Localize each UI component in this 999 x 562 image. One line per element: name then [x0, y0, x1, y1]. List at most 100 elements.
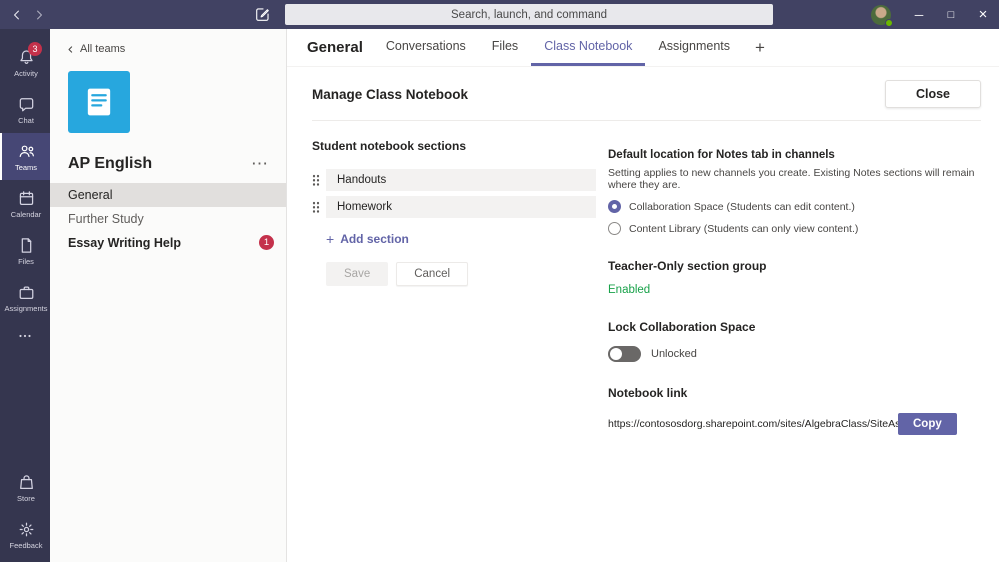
notebook-document-icon: [80, 83, 118, 121]
user-avatar[interactable]: [871, 5, 891, 25]
chat-icon: [17, 95, 36, 114]
briefcase-icon: [17, 283, 36, 302]
radio-collaboration-space[interactable]: Collaboration Space (Students can edit c…: [608, 200, 981, 213]
team-sidebar: All teams AP English ⋯ General Further S…: [50, 29, 287, 562]
notebook-link-row: https://contososdorg.sharepoint.com/site…: [608, 413, 981, 435]
rail-item-store[interactable]: Store: [0, 464, 50, 511]
rail-label: Teams: [15, 163, 37, 172]
rail-spacer: [0, 351, 50, 464]
rail-item-files[interactable]: Files: [0, 227, 50, 274]
channel-tabs: General Conversations Files Class Notebo…: [287, 29, 999, 67]
radio-selected-icon[interactable]: [608, 200, 621, 213]
teams-window: ─ □ × 3 Activity Chat Teams Calendar: [0, 0, 999, 562]
tab-class-notebook[interactable]: Class Notebook: [531, 29, 645, 66]
nav-arrows: [6, 0, 50, 29]
app-rail: 3 Activity Chat Teams Calendar Files: [0, 29, 50, 562]
radio-content-library[interactable]: Content Library (Students can only view …: [608, 222, 981, 235]
add-section-label: Add section: [340, 232, 409, 246]
store-bag-icon: [17, 473, 36, 492]
notebook-link-heading: Notebook link: [608, 386, 981, 400]
section-row-handouts[interactable]: Handouts: [312, 169, 596, 191]
toggle-knob: [610, 348, 622, 360]
notebook-settings: Student notebook sections Handouts Homew…: [287, 121, 999, 562]
channel-label: Further Study: [68, 212, 144, 226]
all-teams-back-link[interactable]: All teams: [50, 29, 286, 55]
tab-conversations[interactable]: Conversations: [373, 29, 479, 66]
presence-indicator: [885, 19, 893, 27]
channel-title: General: [307, 29, 373, 66]
titlebar: ─ □ ×: [0, 0, 999, 29]
section-row-homework[interactable]: Homework: [312, 196, 596, 218]
close-button[interactable]: Close: [885, 80, 981, 108]
rail-label: Files: [18, 257, 34, 266]
channel-further-study[interactable]: Further Study: [50, 207, 286, 231]
section-name-field[interactable]: Handouts: [326, 169, 596, 191]
sections-column: Student notebook sections Handouts Homew…: [312, 139, 608, 562]
channel-list: General Further Study Essay Writing Help…: [50, 183, 286, 255]
default-location-heading: Default location for Notes tab in channe…: [608, 149, 981, 161]
rail-item-assignments[interactable]: Assignments: [0, 274, 50, 321]
minimize-button[interactable]: ─: [903, 0, 935, 29]
rail-item-calendar[interactable]: Calendar: [0, 180, 50, 227]
rail-item-feedback[interactable]: Feedback: [0, 511, 50, 558]
lock-status-label: Unlocked: [651, 348, 697, 360]
drag-handle-icon[interactable]: [312, 174, 320, 187]
copy-link-button[interactable]: Copy: [898, 413, 957, 435]
teacher-only-status: Enabled: [608, 284, 981, 296]
rail-item-teams[interactable]: Teams: [0, 133, 50, 180]
activity-badge: 3: [28, 42, 42, 56]
radio-unselected-icon[interactable]: [608, 222, 621, 235]
add-section-button[interactable]: + Add section: [326, 231, 596, 247]
file-icon: [17, 236, 36, 255]
forward-button[interactable]: [28, 0, 50, 29]
notebook-link-url: https://contososdorg.sharepoint.com/site…: [608, 418, 898, 430]
lock-collab-heading: Lock Collaboration Space: [608, 320, 981, 334]
maximize-button[interactable]: □: [935, 0, 967, 29]
unread-badge: 1: [259, 235, 274, 250]
tab-files[interactable]: Files: [479, 29, 531, 66]
chevron-left-icon: [66, 45, 75, 54]
cancel-button[interactable]: Cancel: [396, 262, 468, 286]
channel-label: Essay Writing Help: [68, 236, 181, 250]
channel-general[interactable]: General: [50, 183, 286, 207]
settings-column: Default location for Notes tab in channe…: [608, 139, 981, 562]
rail-label: Assignments: [5, 304, 48, 313]
rail-bottom: Store Feedback: [0, 464, 50, 562]
section-actions: Save Cancel: [326, 262, 596, 286]
panel-header: Manage Class Notebook Close: [287, 67, 999, 120]
team-avatar[interactable]: [68, 71, 130, 133]
search-input[interactable]: [285, 4, 773, 25]
rail-label: Feedback: [10, 541, 43, 550]
add-tab-button[interactable]: +: [743, 29, 777, 66]
save-button[interactable]: Save: [326, 262, 388, 286]
main-content: General Conversations Files Class Notebo…: [287, 29, 999, 562]
lock-toggle-row: Unlocked: [608, 346, 981, 362]
close-window-button[interactable]: ×: [967, 0, 999, 29]
team-options-icon[interactable]: ⋯: [247, 159, 272, 169]
section-list: Handouts Homework: [312, 169, 596, 218]
drag-handle-icon[interactable]: [312, 201, 320, 214]
rail-item-chat[interactable]: Chat: [0, 86, 50, 133]
all-teams-label: All teams: [80, 43, 125, 55]
rail-label: Store: [17, 494, 35, 503]
ellipsis-icon: [16, 327, 34, 345]
rail-more-apps-button[interactable]: [0, 321, 50, 351]
radio-label: Collaboration Space (Students can edit c…: [629, 201, 855, 213]
rail-item-activity[interactable]: 3 Activity: [0, 39, 50, 86]
teacher-only-heading: Teacher-Only section group: [608, 259, 981, 273]
back-button[interactable]: [6, 0, 28, 29]
section-name-field[interactable]: Homework: [326, 196, 596, 218]
chevron-right-icon: [32, 8, 46, 22]
titlebar-right: ─ □ ×: [871, 0, 999, 29]
channel-essay-writing-help[interactable]: Essay Writing Help 1: [50, 231, 286, 255]
lock-toggle[interactable]: [608, 346, 641, 362]
team-name-row: AP English ⋯: [68, 155, 272, 173]
plus-icon: +: [326, 231, 334, 247]
channel-label: General: [68, 188, 112, 202]
new-chat-button[interactable]: [251, 3, 274, 26]
default-location-note: Setting applies to new channels you crea…: [608, 167, 981, 191]
tab-assignments[interactable]: Assignments: [645, 29, 743, 66]
gear-icon: [17, 520, 36, 539]
sections-heading: Student notebook sections: [312, 139, 596, 153]
rail-label: Activity: [14, 69, 38, 78]
